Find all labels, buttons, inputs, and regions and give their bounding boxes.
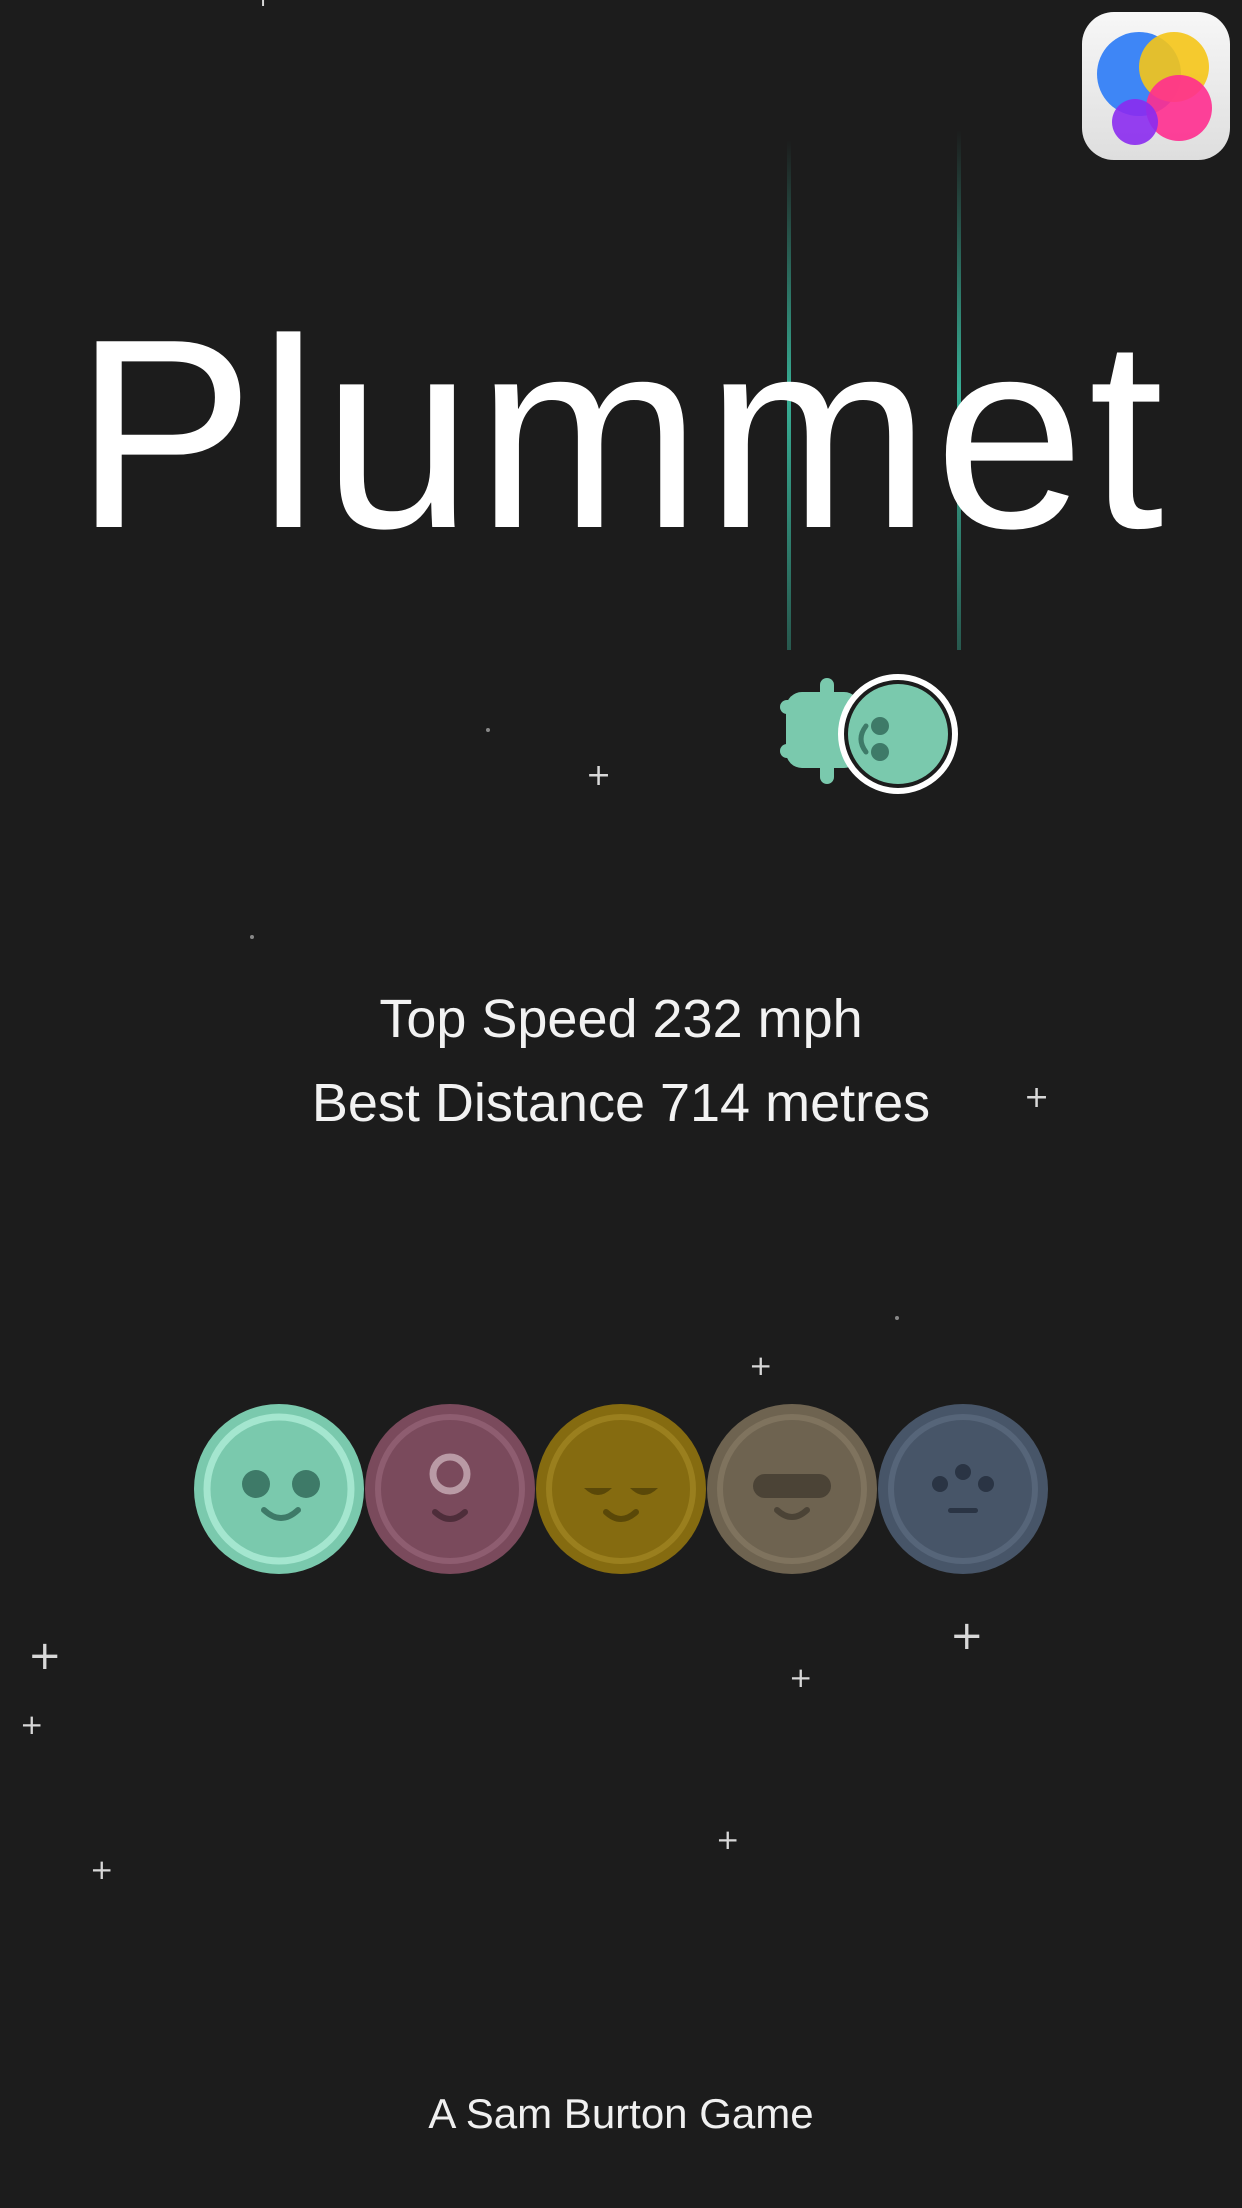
sleepy-face-icon (536, 1404, 706, 1574)
character-green-button[interactable] (194, 1404, 364, 1574)
character-selector (194, 1404, 1048, 1574)
character-yellow-button[interactable] (536, 1404, 706, 1574)
star-dot (250, 935, 254, 939)
character-tan-button[interactable] (707, 1404, 877, 1574)
star-dot (895, 1316, 899, 1320)
game-title: Plummet (74, 284, 1168, 585)
game-center-icon (1097, 32, 1212, 145)
player-character (780, 674, 958, 794)
star-icon: + (28, 1633, 62, 1679)
star-icon: + (749, 1349, 773, 1382)
star-icon: + (950, 1613, 984, 1659)
three-eyed-face-icon (878, 1404, 1048, 1574)
character-pink-button[interactable] (365, 1404, 535, 1574)
character-blue-button[interactable] (878, 1404, 1048, 1574)
star-dot (486, 728, 490, 732)
star-icon: + (586, 758, 612, 793)
star-icon: + (789, 1661, 813, 1694)
best-distance-text: Best Distance 714 metres (311, 1073, 931, 1133)
star-icon: + (90, 1853, 114, 1886)
game-screen: + + + + + + + + + + Plummet Top S (0, 0, 1242, 2208)
credit-text: A Sam Burton Game (428, 2090, 814, 2137)
visor-face-icon (707, 1404, 877, 1574)
smiling-face-icon (194, 1404, 364, 1574)
star-icon: + (20, 1708, 44, 1741)
star-icon: + (716, 1823, 740, 1856)
one-eyed-face-icon (365, 1404, 535, 1574)
top-speed-text: Top Speed 232 mph (379, 989, 863, 1049)
star-icon: + (253, 0, 273, 10)
game-center-button[interactable] (1082, 12, 1230, 160)
